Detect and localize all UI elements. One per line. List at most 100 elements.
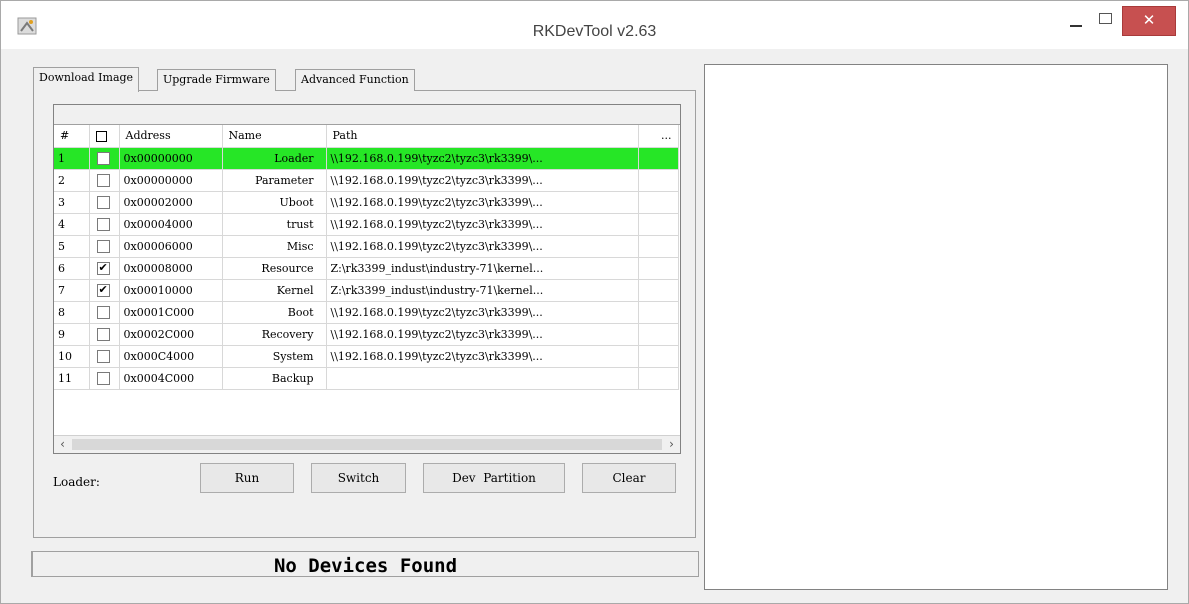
row-number[interactable]: 6 — [54, 257, 90, 280]
row-checkbox-cell[interactable] — [89, 345, 120, 368]
row-number[interactable]: 7 — [54, 279, 90, 302]
run-button[interactable]: Run — [200, 463, 294, 493]
row-name[interactable]: Loader — [222, 147, 327, 170]
row-name[interactable]: System — [222, 345, 327, 368]
row-number[interactable]: 3 — [54, 191, 90, 214]
close-button[interactable]: ✕ — [1122, 6, 1176, 36]
tab-download-image[interactable]: Download Image — [33, 67, 140, 92]
scroll-left-icon[interactable]: ‹ — [54, 436, 71, 453]
table-row[interactable]: 5 0x00006000 Misc \\192.168.0.199\tyzc2\tyz… — [54, 235, 679, 258]
row-path[interactable]: Z:\rk3399_indust\industry-71\kernel... — [326, 257, 639, 280]
horizontal-scrollbar[interactable]: ‹ › — [54, 435, 680, 453]
row-checkbox-cell[interactable] — [89, 191, 120, 214]
row-checkbox[interactable] — [96, 349, 110, 363]
header-num[interactable]: # — [54, 125, 90, 148]
row-more[interactable] — [638, 191, 679, 214]
row-checkbox-cell[interactable] — [89, 323, 120, 346]
row-address[interactable]: 0x00002000 — [119, 191, 223, 214]
log-output-panel[interactable] — [704, 64, 1168, 590]
row-more[interactable] — [638, 257, 679, 280]
row-address[interactable]: 0x00008000 — [119, 257, 223, 280]
dev-partition-button[interactable]: Dev Partition — [423, 463, 565, 493]
row-checkbox[interactable] — [96, 327, 110, 341]
row-path[interactable]: \\192.168.0.199\tyzc2\tyzc3\rk3399\... — [326, 345, 639, 368]
row-address[interactable]: 0x00010000 — [119, 279, 223, 302]
row-more[interactable] — [638, 213, 679, 236]
row-address[interactable]: 0x00004000 — [119, 213, 223, 236]
row-checkbox[interactable] — [96, 173, 110, 187]
row-path[interactable] — [326, 367, 639, 390]
tab-advanced-function[interactable]: Advanced Function — [295, 69, 415, 91]
row-path[interactable]: \\192.168.0.199\tyzc2\tyzc3\rk3399\... — [326, 213, 639, 236]
row-checkbox[interactable] — [96, 261, 110, 275]
row-checkbox-cell[interactable] — [89, 147, 120, 170]
table-row[interactable]: 8 0x0001C000 Boot \\192.168.0.199\tyzc2\tyz… — [54, 301, 679, 324]
row-checkbox-cell[interactable] — [89, 169, 120, 192]
row-checkbox-cell[interactable] — [89, 367, 120, 390]
row-more[interactable] — [638, 169, 679, 192]
table-row[interactable]: 10 0x000C4000 System \\192.168.0.199\tyzc2\… — [54, 345, 679, 368]
row-number[interactable]: 4 — [54, 213, 90, 236]
row-address[interactable]: 0x0001C000 — [119, 301, 223, 324]
row-address[interactable]: 0x00000000 — [119, 147, 223, 170]
row-checkbox-cell[interactable] — [89, 257, 120, 280]
minimize-button[interactable] — [1061, 7, 1091, 33]
row-checkbox-cell[interactable] — [89, 213, 120, 236]
row-path[interactable]: \\192.168.0.199\tyzc2\tyzc3\rk3399\... — [326, 147, 639, 170]
row-name[interactable]: Uboot — [222, 191, 327, 214]
table-row[interactable]: 4 0x00004000 trust \\192.168.0.199\tyzc2\ty… — [54, 213, 679, 236]
row-name[interactable]: Boot — [222, 301, 327, 324]
row-checkbox-cell[interactable] — [89, 235, 120, 258]
row-name[interactable]: Misc — [222, 235, 327, 258]
row-path[interactable]: Z:\rk3399_indust\industry-71\kernel... — [326, 279, 639, 302]
row-checkbox[interactable] — [96, 195, 110, 209]
row-name[interactable]: Parameter — [222, 169, 327, 192]
scroll-right-icon[interactable]: › — [663, 436, 680, 453]
row-checkbox[interactable] — [96, 283, 110, 297]
scrollbar-thumb[interactable] — [72, 439, 662, 450]
row-path[interactable]: \\192.168.0.199\tyzc2\tyzc3\rk3399\... — [326, 169, 639, 192]
table-row[interactable]: 7 0x00010000KernelZ:\rk3399_indust\indust… — [54, 279, 679, 302]
row-path[interactable]: \\192.168.0.199\tyzc2\tyzc3\rk3399\... — [326, 191, 639, 214]
row-address[interactable]: 0x000C4000 — [119, 345, 223, 368]
row-checkbox[interactable] — [96, 305, 110, 319]
row-name[interactable]: Recovery — [222, 323, 327, 346]
row-name[interactable]: Kernel — [222, 279, 327, 302]
row-checkbox[interactable] — [96, 239, 110, 253]
header-path[interactable]: Path — [326, 125, 639, 148]
row-number[interactable]: 8 — [54, 301, 90, 324]
table-row[interactable]: 9 0x0002C000 Recovery \\192.168.0.199\tyzc2… — [54, 323, 679, 346]
row-address[interactable]: 0x00006000 — [119, 235, 223, 258]
select-all-checkbox[interactable] — [95, 130, 107, 142]
header-more[interactable]: ... — [638, 125, 679, 148]
row-number[interactable]: 1 — [54, 147, 90, 170]
row-number[interactable]: 11 — [54, 367, 90, 390]
row-more[interactable] — [638, 367, 679, 390]
table-row[interactable]: 1 0x00000000 Loader \\192.168.0.199\tyzc2\t… — [54, 147, 679, 170]
row-checkbox-cell[interactable] — [89, 301, 120, 324]
table-row[interactable]: 2 0x00000000 Parameter \\192.168.0.199\tyzc… — [54, 169, 679, 192]
maximize-button[interactable] — [1093, 7, 1119, 33]
row-path[interactable]: \\192.168.0.199\tyzc2\tyzc3\rk3399\... — [326, 323, 639, 346]
switch-button[interactable]: Switch — [311, 463, 406, 493]
header-name[interactable]: Name — [222, 125, 327, 148]
row-more[interactable] — [638, 323, 679, 346]
header-select-all[interactable] — [89, 125, 120, 148]
table-row[interactable]: 6 0x00008000ResourceZ:\rk3399_indust\indu… — [54, 257, 679, 280]
row-checkbox[interactable] — [96, 151, 110, 165]
table-row[interactable]: 3 0x00002000 Uboot \\192.168.0.199\tyzc2\ty… — [54, 191, 679, 214]
row-checkbox-cell[interactable] — [89, 279, 120, 302]
row-address[interactable]: 0x0002C000 — [119, 323, 223, 346]
row-more[interactable] — [638, 235, 679, 258]
header-address[interactable]: Address — [119, 125, 223, 148]
row-checkbox[interactable] — [96, 217, 110, 231]
row-more[interactable] — [638, 345, 679, 368]
row-name[interactable]: Resource — [222, 257, 327, 280]
row-checkbox[interactable] — [96, 371, 110, 385]
row-path[interactable]: \\192.168.0.199\tyzc2\tyzc3\rk3399\... — [326, 235, 639, 258]
row-number[interactable]: 2 — [54, 169, 90, 192]
row-path[interactable]: \\192.168.0.199\tyzc2\tyzc3\rk3399\... — [326, 301, 639, 324]
row-name[interactable]: Backup — [222, 367, 327, 390]
row-more[interactable] — [638, 301, 679, 324]
row-name[interactable]: trust — [222, 213, 327, 236]
